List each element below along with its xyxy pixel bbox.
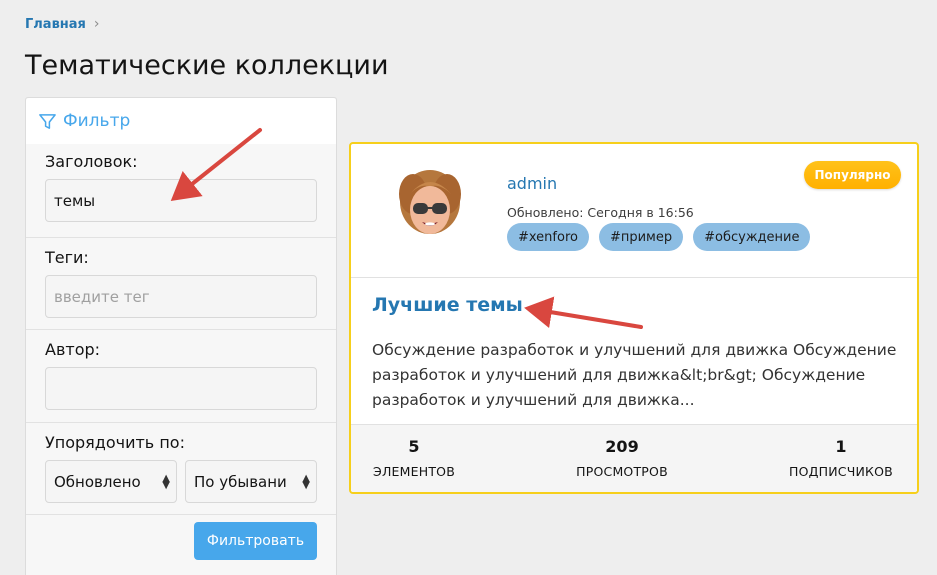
collection-title-link[interactable]: Лучшие темы <box>372 294 523 316</box>
tag-list: #xenforo #пример #обсуждение <box>507 223 811 251</box>
stat-value: 5 <box>408 437 420 456</box>
collection-stats: 5 ЭЛЕМЕНТОВ 209 ПРОСМОТРОВ 1 ПОДПИСЧИКОВ <box>351 424 917 492</box>
order-field-select[interactable]: Обновлено ▲ ▼ <box>45 460 177 503</box>
tags-label: Теги: <box>45 248 89 267</box>
filter-submit-button[interactable]: Фильтровать <box>194 522 317 560</box>
order-direction-value: По убывани <box>194 472 287 491</box>
chevron-right-icon: › <box>93 16 100 32</box>
stat-value: 1 <box>835 437 847 456</box>
stat-label: ЭЛЕМЕНТОВ <box>373 464 455 479</box>
up-down-arrows-icon: ▲ ▼ <box>162 472 170 491</box>
title-filter-section: Заголовок: темы <box>26 144 336 237</box>
popular-badge: Популярно <box>804 161 901 189</box>
tag-chip[interactable]: #обсуждение <box>693 223 811 251</box>
filter-header[interactable]: Фильтр <box>26 98 336 144</box>
stat-elements: 5 ЭЛЕМЕНТОВ <box>371 437 457 479</box>
breadcrumb: Главная › <box>25 16 100 32</box>
collection-card: admin Обновлено: Сегодня в 16:56 #xenfor… <box>349 142 919 494</box>
order-label: Упорядочить по: <box>45 433 185 452</box>
stat-subscribers: 1 ПОДПИСЧИКОВ <box>781 437 901 479</box>
title-label: Заголовок: <box>45 152 138 171</box>
page-title: Тематические коллекции <box>25 50 389 81</box>
order-direction-select[interactable]: По убывани ▲ ▼ <box>185 460 317 503</box>
author-input[interactable] <box>45 367 317 410</box>
filter-heading: Фильтр <box>63 111 131 131</box>
stat-value: 209 <box>605 437 639 456</box>
stat-label: ПОДПИСЧИКОВ <box>789 464 893 479</box>
stat-views: 209 ПРОСМОТРОВ <box>567 437 677 479</box>
author-label: Автор: <box>45 340 101 359</box>
tags-filter-section: Теги: введите тег <box>26 237 336 329</box>
stat-label: ПРОСМОТРОВ <box>576 464 668 479</box>
breadcrumb-home-link[interactable]: Главная <box>25 17 86 32</box>
up-down-arrows-icon: ▲ ▼ <box>302 472 310 491</box>
funnel-icon <box>39 113 56 129</box>
collection-description: Обсуждение разработок и улучшений для дв… <box>372 341 897 409</box>
order-field-value: Обновлено <box>54 472 141 491</box>
title-input[interactable]: темы <box>45 179 317 222</box>
tags-input[interactable]: введите тег <box>45 275 317 318</box>
filter-panel: Фильтр Заголовок: темы Теги: введите тег… <box>25 97 337 575</box>
order-filter-section: Упорядочить по: Обновлено ▲ ▼ По убывани … <box>26 422 336 514</box>
updated-time: Обновлено: Сегодня в 16:56 <box>507 205 694 220</box>
author-username-link[interactable]: admin <box>507 174 557 193</box>
tag-chip[interactable]: #xenforo <box>507 223 589 251</box>
author-filter-section: Автор: <box>26 329 336 422</box>
tag-chip[interactable]: #пример <box>598 223 684 251</box>
avatar[interactable] <box>389 164 471 246</box>
card-divider <box>351 277 917 278</box>
